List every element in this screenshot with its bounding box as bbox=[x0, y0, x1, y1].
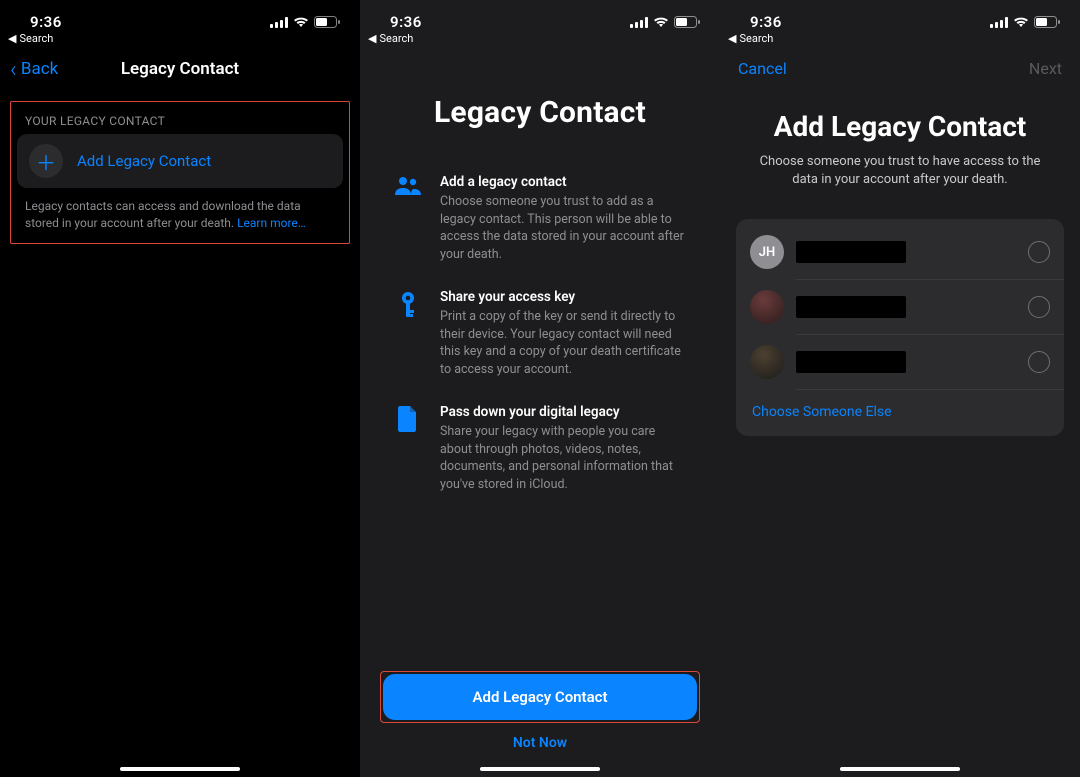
radio-unselected-icon[interactable] bbox=[1028, 296, 1050, 318]
wifi-icon bbox=[293, 16, 309, 28]
wifi-icon bbox=[653, 16, 669, 28]
intro-item-desc: Print a copy of the key or send it direc… bbox=[440, 308, 686, 378]
page-title: Add Legacy Contact bbox=[720, 110, 1080, 143]
screen-add-legacy-contact-picker: 9:36 ◀ Search Cancel Next Add Legacy Con… bbox=[720, 0, 1080, 777]
status-time: 9:36 bbox=[30, 13, 62, 31]
battery-icon bbox=[674, 16, 700, 28]
plus-circle-icon: ＋ bbox=[29, 144, 63, 178]
back-button[interactable]: ‹ Back bbox=[10, 58, 58, 81]
contacts-card: JH Choose Someone Else bbox=[736, 219, 1064, 436]
intro-footer-buttons: Add Legacy Contact Not Now bbox=[360, 671, 720, 751]
breadcrumb-search[interactable]: ◀ Search bbox=[360, 32, 720, 45]
home-indicator[interactable] bbox=[120, 767, 240, 771]
intro-item-pass-down: Pass down your digital legacy Share your… bbox=[394, 404, 686, 493]
wifi-icon bbox=[1013, 16, 1029, 28]
status-icons bbox=[270, 16, 340, 28]
cellular-signal-icon bbox=[270, 17, 288, 28]
add-legacy-contact-label: Add Legacy Contact bbox=[77, 152, 211, 170]
document-icon bbox=[394, 404, 422, 493]
breadcrumb-search[interactable]: ◀ Search bbox=[720, 32, 1080, 45]
intro-item-title: Pass down your digital legacy bbox=[440, 404, 686, 420]
home-indicator[interactable] bbox=[840, 767, 960, 771]
legacy-contact-section-highlighted: YOUR LEGACY CONTACT ＋ Add Legacy Contact… bbox=[10, 101, 350, 244]
breadcrumb-search-label: Search bbox=[19, 32, 53, 45]
battery-icon bbox=[314, 16, 340, 28]
page-title: Legacy Contact bbox=[394, 95, 686, 130]
intro-item-add-contact: Add a legacy contact Choose someone you … bbox=[394, 174, 686, 263]
section-header: YOUR LEGACY CONTACT bbox=[11, 102, 349, 134]
status-time: 9:36 bbox=[390, 13, 422, 31]
breadcrumb-search-label: Search bbox=[379, 32, 413, 45]
battery-icon bbox=[1034, 16, 1060, 28]
page-subtitle: Choose someone you trust to have access … bbox=[746, 153, 1054, 189]
cancel-button[interactable]: Cancel bbox=[738, 59, 787, 78]
intro-item-share-key: Share your access key Print a copy of th… bbox=[394, 289, 686, 378]
contact-row[interactable]: JH bbox=[736, 225, 1064, 279]
avatar: JH bbox=[750, 235, 784, 269]
cellular-signal-icon bbox=[630, 17, 648, 28]
learn-more-link[interactable]: Learn more… bbox=[237, 216, 306, 230]
chevron-left-icon: ◀ bbox=[368, 32, 376, 45]
avatar bbox=[750, 345, 784, 379]
chevron-left-icon: ‹ bbox=[10, 58, 17, 81]
radio-unselected-icon[interactable] bbox=[1028, 241, 1050, 263]
add-legacy-contact-button[interactable]: Add Legacy Contact bbox=[383, 674, 697, 720]
next-button-disabled[interactable]: Next bbox=[1029, 59, 1062, 78]
cellular-signal-icon bbox=[990, 17, 1008, 28]
chevron-left-icon: ◀ bbox=[728, 32, 736, 45]
contact-name-redacted bbox=[796, 241, 906, 263]
choose-someone-else-button[interactable]: Choose Someone Else bbox=[736, 390, 1064, 430]
radio-unselected-icon[interactable] bbox=[1028, 351, 1050, 373]
not-now-button[interactable]: Not Now bbox=[380, 735, 700, 751]
status-icons bbox=[990, 16, 1060, 28]
chevron-left-icon: ◀ bbox=[8, 32, 16, 45]
intro-item-desc: Share your legacy with people you care a… bbox=[440, 423, 686, 493]
intro-item-title: Add a legacy contact bbox=[440, 174, 686, 190]
primary-button-highlighted: Add Legacy Contact bbox=[380, 671, 700, 723]
section-footer: Legacy contacts can access and download … bbox=[11, 188, 349, 237]
contact-name-redacted bbox=[796, 296, 906, 318]
contact-name-redacted bbox=[796, 351, 906, 373]
breadcrumb-search[interactable]: ◀ Search bbox=[0, 32, 360, 45]
modal-nav-bar: Cancel Next bbox=[720, 49, 1080, 78]
add-legacy-contact-row[interactable]: ＋ Add Legacy Contact bbox=[17, 134, 343, 188]
breadcrumb-search-label: Search bbox=[739, 32, 773, 45]
intro-item-desc: Choose someone you trust to add as a leg… bbox=[440, 193, 686, 263]
status-time: 9:36 bbox=[750, 13, 782, 31]
avatar bbox=[750, 290, 784, 324]
home-indicator[interactable] bbox=[480, 767, 600, 771]
nav-bar: ‹ Back Legacy Contact bbox=[0, 49, 360, 89]
contact-row[interactable] bbox=[736, 280, 1064, 334]
screen-legacy-contact-settings: 9:36 ◀ Search ‹ Back Legacy Contact YOUR… bbox=[0, 0, 360, 777]
status-icons bbox=[630, 16, 700, 28]
contact-row[interactable] bbox=[736, 335, 1064, 389]
people-icon bbox=[394, 174, 422, 263]
intro-item-title: Share your access key bbox=[440, 289, 686, 305]
back-label: Back bbox=[21, 59, 58, 79]
screen-legacy-contact-intro: 9:36 ◀ Search Legacy Contact Add a legac… bbox=[360, 0, 720, 777]
intro-body: Legacy Contact Add a legacy contact Choo… bbox=[360, 95, 720, 493]
key-icon bbox=[394, 289, 422, 378]
